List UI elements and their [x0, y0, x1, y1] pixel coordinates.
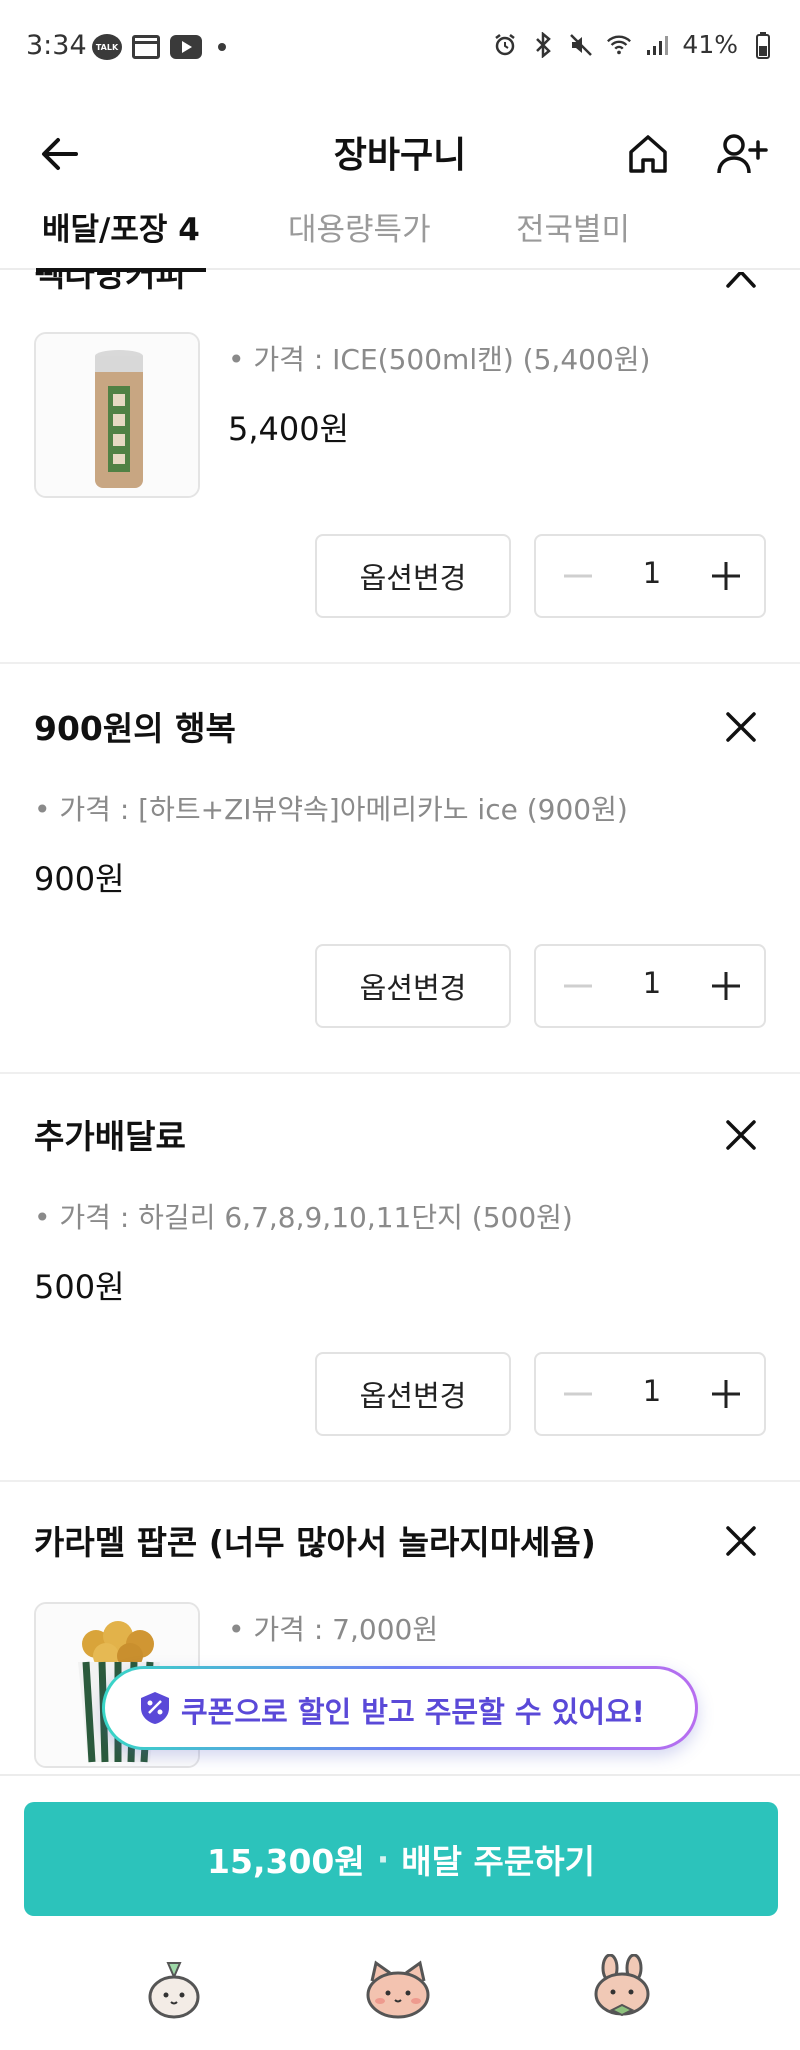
mute-icon — [568, 32, 594, 58]
add-user-icon — [717, 134, 768, 174]
decrease-quantity-button[interactable] — [556, 964, 600, 1008]
item-option: • 가격 : [하트+ZI뷰약속]아메리카노 ice (900원) — [34, 793, 628, 826]
quantity-stepper[interactable]: 1 — [534, 1352, 766, 1436]
item-price: 900원 — [34, 860, 125, 898]
item-name: 빽다방커피 — [34, 272, 186, 294]
minus-icon — [564, 1392, 592, 1396]
close-icon — [726, 1120, 756, 1150]
coupon-text: 쿠폰으로 할인 받고 주문할 수 있어요! — [181, 1695, 645, 1729]
character-bunny-bowtie-icon[interactable] — [584, 1954, 660, 2024]
close-icon — [726, 1526, 756, 1556]
decrease-quantity-button[interactable] — [556, 554, 600, 598]
quantity-value: 1 — [642, 1374, 662, 1408]
tab-delivery-pickup[interactable]: 배달/포장 4 — [36, 204, 206, 272]
decrease-quantity-button[interactable] — [556, 1372, 600, 1416]
calendar-icon — [132, 35, 160, 59]
battery-percent: 41% — [682, 30, 738, 59]
option-change-button[interactable]: 옵션변경 — [315, 944, 511, 1028]
cart-item: 900원의 행복 • 가격 : [하트+ZI뷰약속]아메리카노 ice (900… — [0, 664, 800, 1070]
battery-icon — [750, 31, 776, 59]
share-add-user-button[interactable] — [710, 124, 774, 184]
close-icon — [726, 712, 756, 742]
increase-quantity-button[interactable] — [704, 964, 748, 1008]
collapse-button[interactable] — [718, 272, 764, 302]
minus-icon — [564, 574, 592, 578]
item-option: • 가격 : 하길리 6,7,8,9,10,11단지 (500원) — [34, 1201, 573, 1234]
plus-icon — [712, 972, 740, 1000]
order-separator: · — [376, 1839, 390, 1879]
remove-item-button[interactable] — [718, 704, 764, 750]
youtube-icon — [170, 35, 202, 59]
remove-item-button[interactable] — [718, 1518, 764, 1564]
quantity-stepper[interactable]: 1 — [534, 944, 766, 1028]
page-title: 장바구니 — [333, 135, 467, 176]
plus-icon — [712, 562, 740, 590]
increase-quantity-button[interactable] — [704, 1372, 748, 1416]
home-button[interactable] — [618, 124, 678, 184]
cart-item: 추가배달료 • 가격 : 하길리 6,7,8,9,10,11단지 (500원) … — [0, 1074, 800, 1480]
item-option: • 가격 : 7,000원 — [228, 1613, 439, 1646]
item-name: 900원의 행복 — [34, 709, 236, 748]
character-cat-icon[interactable] — [360, 1954, 436, 2024]
kakaotalk-icon: TALK — [92, 34, 122, 60]
system-icons: 41% — [492, 30, 776, 59]
quantity-stepper[interactable]: 1 — [534, 534, 766, 618]
order-delivery-button[interactable]: 15,300원 · 배달 주문하기 — [24, 1802, 778, 1916]
plus-icon — [712, 1380, 740, 1408]
order-total: 15,300원 — [207, 1842, 365, 1881]
character-party-bunny-icon[interactable] — [136, 1954, 212, 2024]
minus-icon — [564, 984, 592, 988]
item-name: 카라멜 팝콘 (너무 많아서 놀라지마세욤) — [34, 1523, 596, 1562]
status-time: 3:34 — [26, 30, 87, 61]
item-price: 5,400원 — [228, 410, 350, 448]
product-image-coffee-can — [34, 332, 200, 498]
order-label: 배달 주문하기 — [401, 1842, 595, 1881]
chevron-up-icon — [726, 272, 756, 288]
more-notifications-dot — [218, 43, 226, 51]
signal-icon — [644, 32, 670, 58]
option-change-button[interactable]: 옵션변경 — [315, 534, 511, 618]
bottom-character-bar — [0, 1950, 800, 2050]
status-bar: 3:34 TALK 41% — [0, 0, 800, 96]
notification-icons: TALK — [92, 34, 226, 60]
option-change-button[interactable]: 옵션변경 — [315, 1352, 511, 1436]
bluetooth-icon — [530, 31, 556, 58]
coupon-icon — [141, 1692, 169, 1724]
increase-quantity-button[interactable] — [704, 554, 748, 598]
cart-list[interactable]: 빽다방커피 • 가격 : ICE(500ml캔) (5,400원) 5,400원… — [0, 272, 800, 1774]
quantity-value: 1 — [642, 556, 662, 590]
item-option: • 가격 : ICE(500ml캔) (5,400원) — [228, 343, 651, 376]
cart-item: 빽다방커피 • 가격 : ICE(500ml캔) (5,400원) 5,400원… — [0, 272, 800, 660]
quantity-value: 1 — [642, 966, 662, 1000]
home-icon — [629, 135, 667, 173]
category-tabs: 배달/포장 4 대용량특가 전국별미 — [0, 196, 800, 272]
remove-item-button[interactable] — [718, 1112, 764, 1158]
item-price: 500원 — [34, 1268, 125, 1306]
coupon-banner[interactable]: 쿠폰으로 할인 받고 주문할 수 있어요! — [102, 1666, 698, 1750]
bottom-divider — [0, 1774, 800, 1776]
tab-regional-delicacies[interactable]: 전국별미 — [516, 204, 630, 268]
tab-bulk-special[interactable]: 대용량특가 — [288, 204, 431, 268]
alarm-icon — [492, 32, 518, 58]
wifi-icon — [606, 32, 632, 58]
item-name: 추가배달료 — [34, 1117, 186, 1156]
